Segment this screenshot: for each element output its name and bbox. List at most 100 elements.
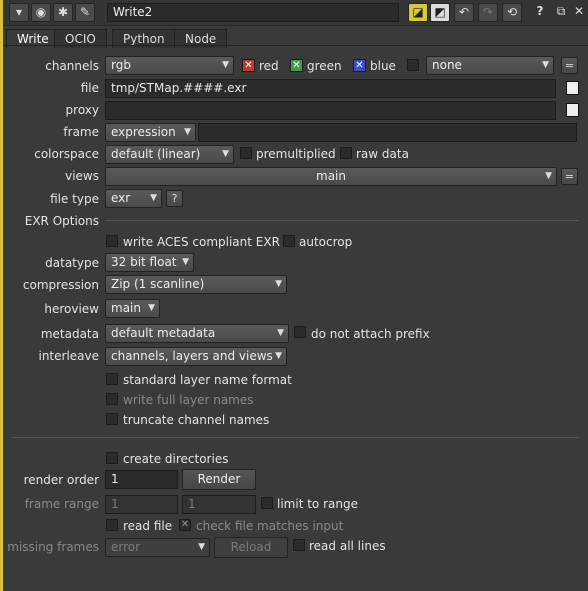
proxy-browse-icon[interactable] bbox=[566, 103, 579, 117]
views-dropdown[interactable]: main ▼ bbox=[105, 167, 557, 186]
blue-label: blue bbox=[370, 59, 396, 73]
frame-end-field[interactable]: 1 bbox=[182, 495, 256, 514]
datatype-value: 32 bit float bbox=[111, 255, 177, 269]
views-link-button[interactable]: = bbox=[561, 168, 578, 185]
reload-button[interactable]: Reload bbox=[214, 537, 288, 558]
render-separator bbox=[12, 437, 579, 438]
channels-link-button[interactable]: = bbox=[561, 57, 578, 74]
channels-label: channels bbox=[45, 59, 99, 73]
proxy-path-field[interactable] bbox=[105, 101, 556, 120]
float-icon[interactable]: ⧉ bbox=[551, 3, 571, 22]
no-prefix-checkbox[interactable] bbox=[294, 326, 306, 338]
metadata-value: default metadata bbox=[111, 326, 216, 340]
file-type-label: file type bbox=[50, 192, 99, 206]
frame-label: frame bbox=[63, 125, 99, 139]
red-label: red bbox=[259, 59, 279, 73]
color-swatch-icon[interactable]: ◪ bbox=[408, 3, 428, 22]
chevron-down-icon: ▼ bbox=[182, 257, 189, 267]
green-checkbox[interactable]: ✕ bbox=[290, 59, 303, 72]
frame-expression-field[interactable] bbox=[198, 123, 577, 142]
interleave-dropdown[interactable]: channels, layers and views ▼ bbox=[105, 347, 287, 366]
bug-icon[interactable]: ✱ bbox=[53, 3, 73, 22]
read-file-label: read file bbox=[123, 519, 173, 533]
panel-border bbox=[0, 0, 3, 591]
write-full-layer-checkbox[interactable] bbox=[106, 393, 118, 405]
limit-range-checkbox[interactable] bbox=[261, 497, 273, 509]
channels-dropdown[interactable]: rgb ▼ bbox=[105, 56, 234, 75]
metadata-dropdown[interactable]: default metadata ▼ bbox=[105, 324, 289, 343]
red-checkbox[interactable]: ✕ bbox=[242, 59, 255, 72]
standard-layer-label: standard layer name format bbox=[123, 373, 292, 387]
chevron-down-icon: ▼ bbox=[277, 328, 284, 338]
close-icon[interactable]: ✕ bbox=[569, 3, 588, 22]
premultiplied-checkbox[interactable] bbox=[240, 147, 252, 159]
file-type-help-button[interactable]: ? bbox=[166, 190, 183, 207]
redo-icon[interactable]: ↷ bbox=[478, 3, 498, 22]
compression-dropdown[interactable]: Zip (1 scanline) ▼ bbox=[105, 275, 287, 294]
datatype-label: datatype bbox=[45, 256, 99, 270]
check-file-label: check file matches input bbox=[196, 519, 344, 533]
wrench-icon[interactable]: ✎ bbox=[75, 3, 95, 22]
chevron-down-icon: ▼ bbox=[542, 60, 549, 70]
file-path-field[interactable]: tmp/STMap.####.exr bbox=[105, 79, 556, 98]
chevron-down-icon: ▼ bbox=[150, 193, 157, 203]
aces-label: write ACES compliant EXR bbox=[123, 235, 280, 249]
collapse-icon[interactable]: ▾ bbox=[9, 3, 29, 22]
node-name-field[interactable]: Write2 bbox=[107, 3, 399, 22]
exr-options-separator bbox=[105, 220, 579, 221]
tile-color-icon[interactable]: ◩ bbox=[430, 3, 450, 22]
revert-icon[interactable]: ⟲ bbox=[502, 3, 522, 22]
datatype-dropdown[interactable]: 32 bit float ▼ bbox=[105, 253, 194, 272]
green-label: green bbox=[307, 59, 342, 73]
read-file-checkbox[interactable] bbox=[106, 519, 118, 531]
chevron-down-icon: ▼ bbox=[222, 149, 229, 159]
heroview-label: heroview bbox=[44, 302, 99, 316]
channels-value: rgb bbox=[111, 58, 131, 72]
colorspace-value: default (linear) bbox=[111, 147, 201, 161]
create-dirs-checkbox[interactable] bbox=[106, 452, 118, 464]
frame-mode-value: expression bbox=[111, 125, 176, 139]
tab-divider bbox=[3, 45, 588, 46]
frame-start-field[interactable]: 1 bbox=[105, 495, 178, 514]
aces-checkbox[interactable] bbox=[106, 235, 118, 247]
chevron-down-icon: ▼ bbox=[545, 171, 552, 181]
properties-toolbar: ▾ ◉ ✱ ✎ Write2 ◪ ◩ ↶ ↷ ⟲ ? ⧉ ✕ bbox=[3, 0, 588, 26]
file-label: file bbox=[80, 81, 99, 95]
blue-checkbox[interactable]: ✕ bbox=[353, 59, 366, 72]
colorspace-dropdown[interactable]: default (linear) ▼ bbox=[105, 145, 234, 164]
interleave-label: interleave bbox=[38, 349, 99, 363]
views-label: views bbox=[65, 169, 99, 183]
alpha-checkbox[interactable] bbox=[407, 59, 419, 71]
alpha-channel-dropdown[interactable]: none ▼ bbox=[426, 56, 554, 75]
chevron-down-icon: ▼ bbox=[198, 542, 205, 552]
undo-icon[interactable]: ↶ bbox=[454, 3, 474, 22]
views-value: main bbox=[316, 169, 346, 183]
missing-frames-dropdown[interactable]: error ▼ bbox=[105, 538, 210, 557]
frame-mode-dropdown[interactable]: expression ▼ bbox=[105, 123, 196, 142]
folder-browse-icon[interactable] bbox=[566, 81, 579, 95]
missing-frames-label: missing frames bbox=[7, 540, 99, 554]
raw-data-checkbox[interactable] bbox=[340, 147, 352, 159]
viewer-icon[interactable]: ◉ bbox=[31, 3, 51, 22]
premultiplied-label: premultiplied bbox=[256, 147, 336, 161]
render-button[interactable]: Render bbox=[182, 469, 256, 490]
chevron-down-icon: ▼ bbox=[275, 279, 282, 289]
check-file-checkbox[interactable]: ✕ bbox=[179, 519, 191, 531]
heroview-dropdown[interactable]: main ▼ bbox=[105, 299, 160, 318]
read-all-lines-checkbox[interactable] bbox=[293, 539, 305, 551]
chevron-down-icon: ▼ bbox=[148, 303, 155, 313]
metadata-label: metadata bbox=[40, 327, 99, 341]
standard-layer-checkbox[interactable] bbox=[106, 373, 118, 385]
create-dirs-label: create directories bbox=[123, 452, 229, 466]
autocrop-label: autocrop bbox=[299, 235, 353, 249]
render-order-label: render order bbox=[23, 473, 99, 487]
autocrop-checkbox[interactable] bbox=[283, 235, 295, 247]
truncate-checkbox[interactable] bbox=[106, 413, 118, 425]
no-prefix-label: do not attach prefix bbox=[311, 327, 430, 341]
chevron-down-icon: ▼ bbox=[184, 127, 191, 137]
help-icon[interactable]: ? bbox=[530, 3, 550, 22]
render-order-field[interactable]: 1 bbox=[105, 470, 178, 489]
file-type-dropdown[interactable]: exr ▼ bbox=[105, 189, 162, 208]
file-type-value: exr bbox=[111, 191, 131, 205]
compression-label: compression bbox=[22, 278, 99, 292]
